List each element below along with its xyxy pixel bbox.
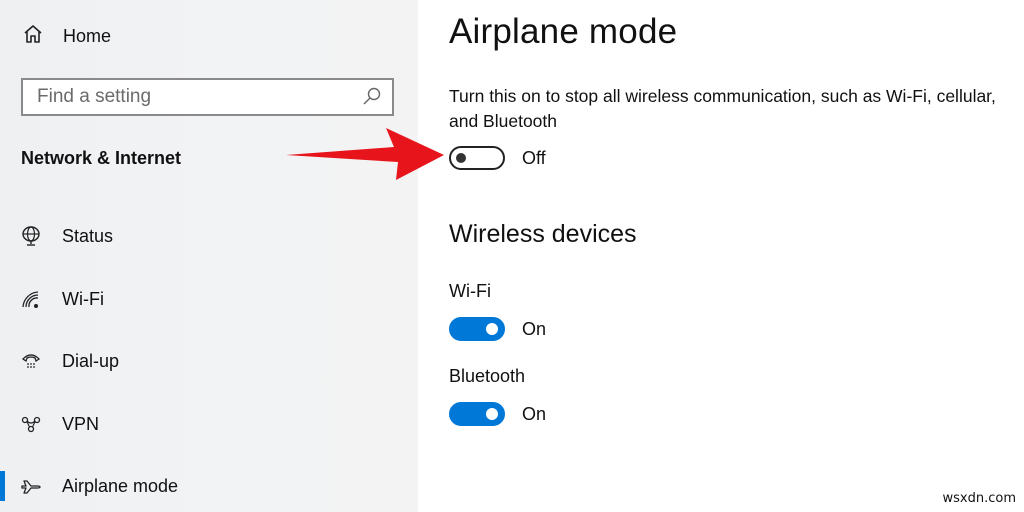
toggle-knob xyxy=(456,153,466,163)
globe-monitor-icon xyxy=(20,225,42,247)
section-title: Network & Internet xyxy=(21,148,182,168)
sidebar-item-label: Wi-Fi xyxy=(62,288,104,309)
airplane-mode-toggle[interactable] xyxy=(449,146,505,170)
toggle-knob xyxy=(486,323,498,335)
bluetooth-toggle-row: On xyxy=(449,402,546,426)
active-indicator xyxy=(0,471,5,501)
sidebar-home[interactable]: Home xyxy=(22,22,111,50)
sidebar-item-vpn[interactable]: VPN xyxy=(0,409,418,439)
sidebar-item-label: Dial-up xyxy=(62,350,120,371)
sidebar-item-wifi[interactable]: Wi-Fi xyxy=(0,284,418,314)
page-title: Airplane mode xyxy=(449,12,678,51)
wireless-devices-heading: Wireless devices xyxy=(449,220,637,248)
vpn-icon xyxy=(20,413,42,435)
dialup-phone-icon xyxy=(20,350,42,372)
airplane-icon xyxy=(20,475,42,497)
airplane-mode-toggle-row: Off xyxy=(449,146,546,170)
wifi-label: Wi-Fi xyxy=(449,281,491,301)
sidebar-item-airplane-mode[interactable]: Airplane mode xyxy=(0,471,418,501)
wifi-state: On xyxy=(522,318,547,339)
home-label: Home xyxy=(63,25,112,46)
red-arrow-annotation xyxy=(286,128,444,180)
home-icon xyxy=(22,23,44,50)
airplane-mode-state: Off xyxy=(522,147,546,168)
watermark: wsxdn.com xyxy=(942,491,1017,506)
toggle-knob xyxy=(486,408,498,420)
search-input[interactable] xyxy=(23,79,360,115)
wifi-toggle[interactable] xyxy=(449,317,505,341)
bluetooth-state: On xyxy=(522,403,547,424)
bluetooth-toggle[interactable] xyxy=(449,402,505,426)
sidebar: Home Network & Internet Status Wi-Fi Dia… xyxy=(0,0,418,512)
sidebar-item-label: VPN xyxy=(62,413,100,434)
airplane-mode-description: Turn this on to stop all wireless commun… xyxy=(449,86,996,131)
sidebar-item-status[interactable]: Status xyxy=(0,221,418,251)
search-box[interactable] xyxy=(21,78,394,116)
main-content: Airplane mode Turn this on to stop all w… xyxy=(418,0,1024,512)
sidebar-item-label: Airplane mode xyxy=(62,475,179,496)
wifi-icon xyxy=(20,288,42,310)
search-icon[interactable] xyxy=(360,85,384,109)
bluetooth-label: Bluetooth xyxy=(449,366,526,386)
sidebar-item-dialup[interactable]: Dial-up xyxy=(0,346,418,376)
wifi-toggle-row: On xyxy=(449,317,546,341)
sidebar-item-label: Status xyxy=(62,225,114,246)
